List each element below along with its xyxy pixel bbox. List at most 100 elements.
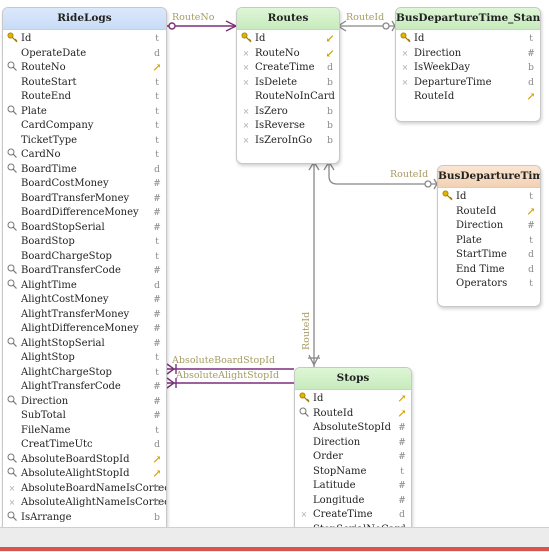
table-title: BusDepartureTime_Standard (396, 8, 540, 30)
field-type: b (327, 77, 333, 88)
field-row[interactable]: TicketType t (3, 134, 166, 149)
field-row[interactable]: StopName t (295, 465, 411, 480)
field-row[interactable]: AbsoluteAlightStopId ↗ (3, 467, 166, 482)
field-row[interactable]: × CreateTime d (237, 61, 339, 76)
index-icon (6, 163, 18, 177)
field-row[interactable]: × Direction # (396, 47, 540, 62)
field-row[interactable]: × CreateTime d (295, 508, 411, 523)
field-list: Id t OperateDate d RouteNo ↗ RouteStart t RouteE… (3, 30, 166, 525)
field-row[interactable]: Direction # (3, 395, 166, 410)
field-row[interactable]: × IsDelete b (237, 76, 339, 91)
field-row[interactable]: AlightTransferMoney # (3, 308, 166, 323)
field-row[interactable]: × AbsoluteAlightNameIsCorrect b (3, 496, 166, 511)
field-row[interactable]: AlightDifferenceMoney # (3, 322, 166, 337)
field-row[interactable]: Direction # (438, 219, 540, 234)
field-row[interactable]: RouteId ↗ (438, 205, 540, 220)
field-row[interactable]: BoardTime d (3, 163, 166, 178)
field-row[interactable]: RouteStart t (3, 76, 166, 91)
field-row[interactable]: Latitude # (295, 479, 411, 494)
table-ridelogs[interactable]: RideLogs Id t OperateDate d RouteNo ↗ RouteSta… (2, 7, 167, 527)
field-row[interactable]: Longitude # (295, 494, 411, 509)
field-type: d (528, 264, 534, 275)
field-name: Operators (456, 278, 508, 289)
field-name: BoardTime (21, 163, 77, 175)
label-absolute-alight-stop-id: AbsoluteAlightStopId (176, 370, 280, 381)
table-title: Routes (237, 8, 339, 30)
field-row[interactable]: Plate t (3, 105, 166, 120)
field-row[interactable]: CardCompany t (3, 119, 166, 134)
field-row[interactable]: × IsZero b (237, 105, 339, 120)
field-row[interactable]: BoardChargeStop t (3, 250, 166, 265)
field-row[interactable]: AlightStop t (3, 351, 166, 366)
index-icon (6, 467, 18, 481)
field-row[interactable]: RouteId ↗ (295, 407, 411, 422)
diagram-canvas: RouteNo RouteId RouteId RouteId Absolute… (0, 0, 549, 527)
not-null-icon: × (8, 483, 16, 493)
field-row[interactable]: × IsWeekDay b (396, 61, 540, 76)
field-row[interactable]: IsArrange b (3, 511, 166, 526)
field-row[interactable]: SubTotal # (3, 409, 166, 424)
field-row[interactable]: AlightChargeStop t (3, 366, 166, 381)
field-row[interactable]: RouteEnd t (3, 90, 166, 105)
field-row[interactable]: RouteId ↗ (396, 90, 540, 105)
field-type: b (327, 106, 333, 117)
field-type: # (153, 193, 161, 204)
field-row[interactable]: × RouteNo ↙ (237, 47, 339, 62)
field-row[interactable]: RouteNo ↗ (3, 61, 166, 76)
field-name: AbsoluteBoardStopId (21, 453, 130, 465)
table-stops[interactable]: Stops Id ↗ RouteId ↗ AbsoluteStopId # Directio… (294, 367, 412, 527)
field-type: t (155, 150, 159, 160)
field-row[interactable]: AbsoluteStopId # (295, 421, 411, 436)
field-row[interactable]: BoardTransferCode # (3, 264, 166, 279)
field-type: b (154, 498, 160, 508)
field-row[interactable]: OperateDate d (3, 47, 166, 62)
field-row[interactable]: Order # (295, 450, 411, 465)
field-row[interactable]: × DepartureTime d (396, 76, 540, 91)
field-name: BoardChargeStop (21, 250, 112, 262)
field-row[interactable]: AlightTransferCode # (3, 380, 166, 395)
field-row[interactable]: Operators t (438, 277, 540, 292)
blank-icon (298, 421, 310, 435)
table-bus-departure-time-standard[interactable]: BusDepartureTime_Standard Id t × Direction #… (395, 7, 541, 122)
table-bus-departure-time[interactable]: BusDepartureTime Id t RouteId ↗ Direction # Pl… (437, 165, 541, 307)
field-row[interactable]: AlightTime d (3, 279, 166, 294)
field-row[interactable]: BoardDifferenceMoney # (3, 206, 166, 221)
field-row[interactable]: × IsZeroInGo b (237, 134, 339, 149)
field-row[interactable]: × IsReverse b (237, 119, 339, 134)
field-row[interactable]: Id ↗ (295, 392, 411, 407)
field-type: # (153, 411, 161, 421)
field-row[interactable]: CreatTimeUtc d (3, 438, 166, 453)
index-icon (6, 264, 18, 278)
field-name: AbsoluteBoardNameIsCorrect (21, 482, 167, 494)
field-row[interactable]: BoardStopSerial # (3, 221, 166, 236)
not-null-icon: × (242, 63, 250, 72)
field-type: t (155, 34, 159, 44)
field-name: Direction (313, 436, 361, 448)
field-row[interactable]: × AbsoluteBoardNameIsCorrect b (3, 482, 166, 497)
field-row[interactable]: BoardTransferMoney # (3, 192, 166, 207)
field-row[interactable]: StartTime d (438, 248, 540, 263)
field-row[interactable]: End Time d (438, 263, 540, 278)
field-name: AbsoluteAlightStopId (21, 468, 130, 479)
field-row[interactable]: BoardCostMoney # (3, 177, 166, 192)
field-row[interactable]: Id ↙ (237, 32, 339, 47)
field-row[interactable]: Id t (438, 190, 540, 205)
field-row[interactable]: AbsoluteBoardStopId ↗ (3, 453, 166, 468)
field-row[interactable]: FileName t (3, 424, 166, 439)
field-row[interactable]: Plate t (438, 234, 540, 249)
field-row[interactable]: Id t (396, 32, 540, 47)
field-row[interactable]: Id t (3, 32, 166, 47)
field-row[interactable]: AlightCostMoney # (3, 293, 166, 308)
field-row[interactable]: RouteNoInCard t (237, 90, 339, 105)
field-name: Id (313, 393, 324, 404)
field-row[interactable]: Direction # (295, 436, 411, 451)
field-row[interactable]: CardNo t (3, 148, 166, 163)
field-row[interactable]: AlightStopSerial # (3, 337, 166, 352)
not-null-icon: × (242, 77, 250, 87)
field-name: BoardStop (21, 236, 75, 247)
blank-icon (6, 308, 18, 322)
table-routes[interactable]: Routes Id ↙ × RouteNo ↙ × CreateTime d × IsDelete… (236, 7, 340, 164)
blank-icon (6, 206, 18, 220)
field-name: CreatTimeUtc (21, 439, 93, 450)
field-row[interactable]: BoardStop t (3, 235, 166, 250)
